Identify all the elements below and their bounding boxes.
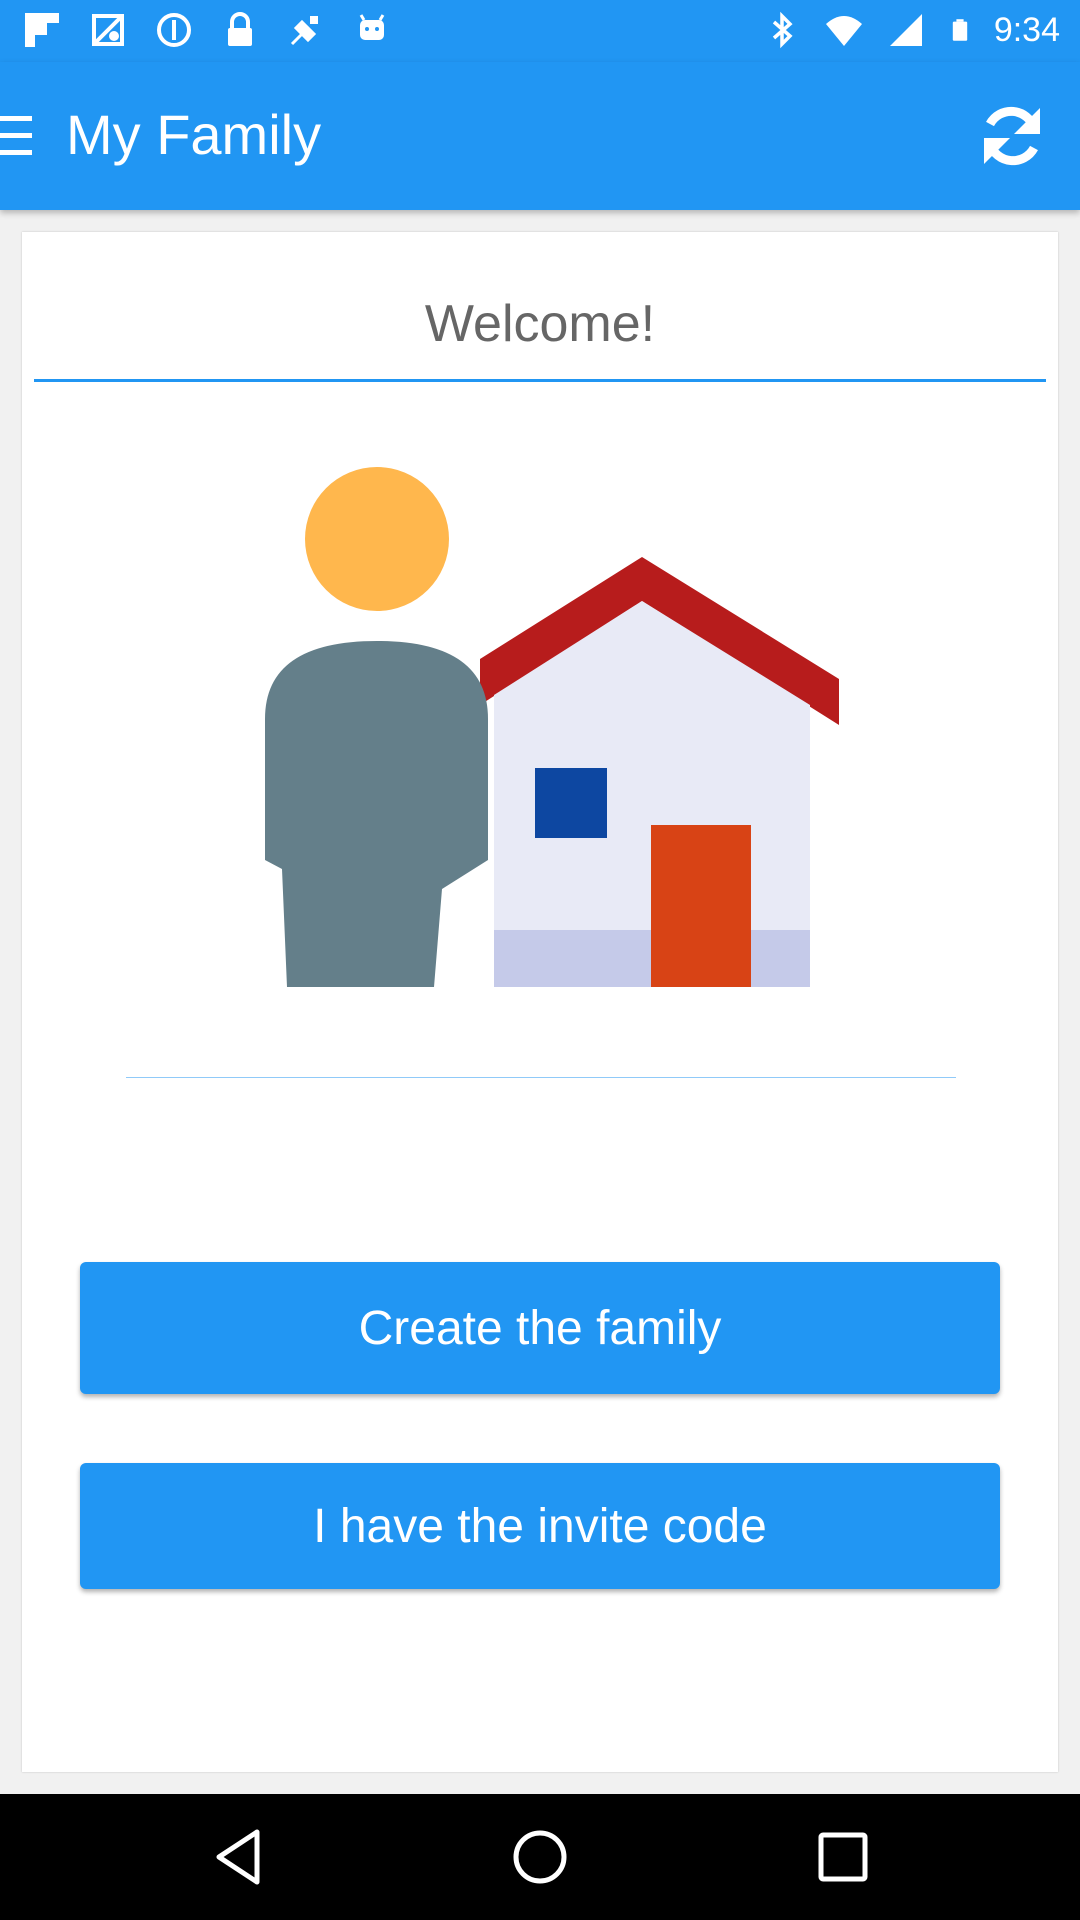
house-window bbox=[535, 768, 607, 838]
fake-gps-icon bbox=[290, 16, 318, 46]
invite-code-button[interactable]: I have the invite code bbox=[80, 1463, 1000, 1589]
refresh-icon[interactable] bbox=[974, 98, 1050, 174]
house-door bbox=[651, 825, 751, 987]
welcome-title: Welcome! bbox=[424, 295, 656, 353]
home-icon[interactable] bbox=[507, 1824, 573, 1890]
battery-icon bbox=[952, 19, 968, 41]
person-head bbox=[305, 467, 449, 611]
back-icon[interactable] bbox=[205, 1824, 271, 1890]
recents-icon[interactable] bbox=[810, 1824, 876, 1890]
create-family-button[interactable]: Create the family bbox=[80, 1262, 1000, 1394]
status-bar: 9:34 bbox=[0, 0, 1080, 62]
android-icon bbox=[359, 14, 385, 40]
notification-icons bbox=[22, 10, 392, 50]
navigation-bar bbox=[0, 1794, 1080, 1920]
person-with-house-illustration bbox=[265, 467, 839, 987]
title-divider bbox=[34, 379, 1046, 382]
data-saver-icon bbox=[157, 13, 191, 47]
maps-icon bbox=[92, 14, 124, 46]
lock-icon bbox=[228, 12, 252, 46]
welcome-card: Welcome! Create the family I have the in… bbox=[22, 232, 1058, 1772]
flipboard-icon bbox=[25, 13, 59, 47]
menu-icon[interactable] bbox=[0, 116, 34, 156]
section-divider bbox=[126, 1077, 956, 1078]
bluetooth-icon bbox=[772, 11, 793, 49]
app-bar: My Family bbox=[0, 62, 1080, 210]
signal-icon bbox=[889, 14, 922, 46]
app-title: My Family bbox=[66, 103, 322, 166]
system-status: 9:34 bbox=[762, 8, 1060, 52]
wifi-icon bbox=[825, 16, 862, 46]
status-time: 9:34 bbox=[993, 11, 1060, 49]
person-body bbox=[265, 641, 488, 987]
